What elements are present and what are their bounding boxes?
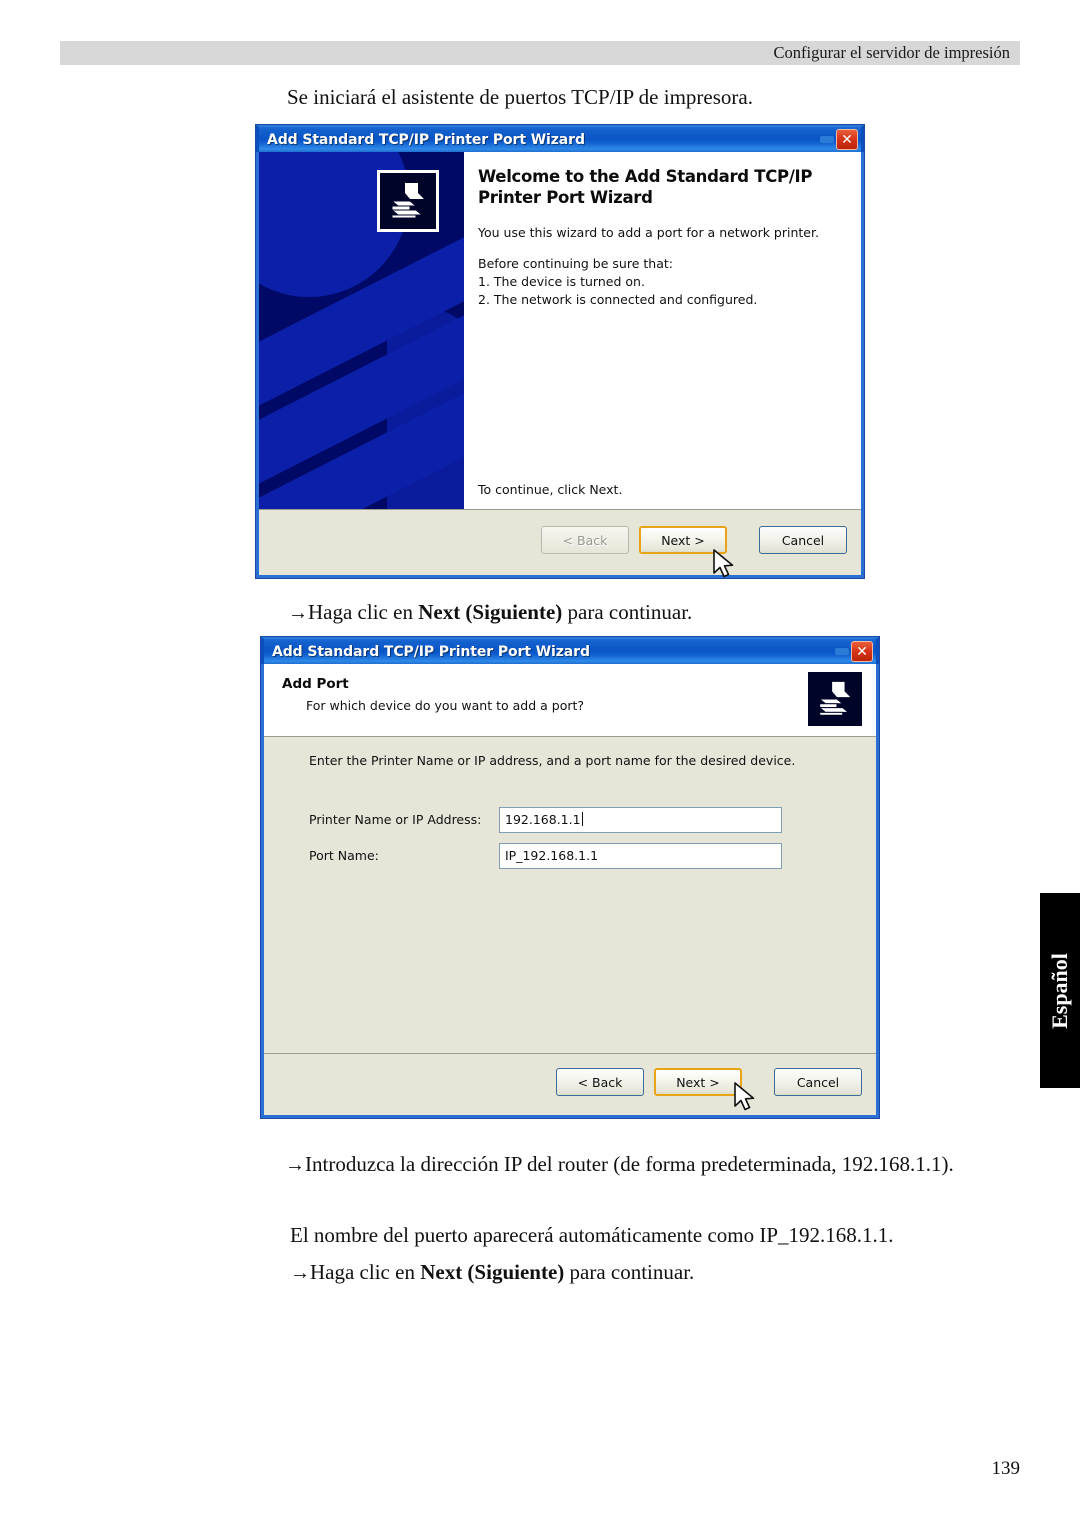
side-tab-label: Español <box>1047 952 1072 1029</box>
body-paragraph-3-prefix: Haga clic en <box>310 1260 421 1284</box>
dialog1-footer: < Back Next > Cancel <box>259 509 861 575</box>
intro-paragraph: Se iniciará el asistente de puertos TCP/… <box>287 85 753 109</box>
dialog1-minimize-icon[interactable] <box>820 136 834 143</box>
next-button[interactable]: Next > <box>639 526 727 554</box>
step-1-prefix: Haga clic en <box>308 600 419 624</box>
page-header-title: Configurar el servidor de impresión <box>773 43 1010 62</box>
dialog2-titlebar[interactable]: Add Standard TCP/IP Printer Port Wizard … <box>261 637 879 664</box>
dialog1-button-row: < Back Next > Cancel <box>541 526 847 554</box>
step-1-bold: Next (Siguiente) <box>418 600 563 624</box>
printer-icon <box>377 170 439 232</box>
step-instruction-1: →Haga clic en Next (Siguiente) para cont… <box>288 598 692 628</box>
body-paragraph-3-bold: Next (Siguiente) <box>420 1260 565 1284</box>
close-icon[interactable]: ✕ <box>836 129 858 150</box>
body-paragraph-2: El nombre del puerto aparecerá automátic… <box>290 1223 894 1247</box>
dialog-add-port: Add Standard TCP/IP Printer Port Wizard … <box>260 636 880 1119</box>
dialog1-content: Welcome to the Add Standard TCP/IP Print… <box>464 152 861 535</box>
body-paragraph-3: →Haga clic en Next (Siguiente) para cont… <box>290 1258 694 1288</box>
language-side-tab: Español <box>1040 893 1080 1088</box>
dialog2-body: Add Port For which device do you want to… <box>261 664 879 1118</box>
dialog1-titlebar[interactable]: Add Standard TCP/IP Printer Port Wizard … <box>256 125 864 152</box>
back-button: < Back <box>541 526 629 554</box>
cancel-button[interactable]: Cancel <box>774 1068 862 1096</box>
list-item: 1. The device is turned on. <box>478 274 645 290</box>
dialog1-title: Add Standard TCP/IP Printer Port Wizard <box>267 131 585 148</box>
printer-name-label: Printer Name or IP Address: <box>309 812 482 827</box>
arrow-glyph: → <box>288 602 308 624</box>
list-item: 2. The network is connected and configur… <box>478 292 758 308</box>
body-paragraph-1-text: Introduzca la dirección IP del router (d… <box>305 1152 954 1176</box>
cancel-button[interactable]: Cancel <box>759 526 847 554</box>
arrow-glyph: → <box>290 1262 310 1284</box>
printer-icon <box>806 670 864 728</box>
arrow-glyph: → <box>285 1154 305 1176</box>
back-button[interactable]: < Back <box>556 1068 644 1096</box>
close-icon[interactable]: ✕ <box>851 641 873 662</box>
body-paragraph-3-suffix: para continuar. <box>564 1260 695 1284</box>
printer-name-input[interactable]: 192.168.1.1 <box>499 807 782 833</box>
dialog-welcome-wizard: Add Standard TCP/IP Printer Port Wizard … <box>255 124 865 579</box>
dialog2-header: Add Port For which device do you want to… <box>264 664 876 737</box>
dialog1-prereq-list: Before continuing be sure that: 1. The d… <box>478 255 845 309</box>
dialog2-intro-text: Enter the Printer Name or IP address, an… <box>309 753 796 768</box>
wizard-banner-graphic <box>259 152 464 535</box>
dialog1-paragraph: You use this wizard to add a port for a … <box>478 225 819 241</box>
dialog2-footer: < Back Next > Cancel <box>264 1053 876 1115</box>
next-button[interactable]: Next > <box>654 1068 742 1096</box>
dialog1-welcome-panel: Welcome to the Add Standard TCP/IP Print… <box>259 152 861 575</box>
dialog2-head-subtitle: For which device do you want to add a po… <box>306 698 585 713</box>
page-number: 139 <box>991 1458 1021 1479</box>
printer-name-value: 192.168.1.1 <box>505 812 581 827</box>
text-caret <box>581 812 583 826</box>
dialog2-head-title: Add Port <box>282 676 349 692</box>
dialog2-title: Add Standard TCP/IP Printer Port Wizard <box>272 643 590 660</box>
step-1-suffix: para continuar. <box>562 600 693 624</box>
page-header-band: Configurar el servidor de impresión <box>60 41 1020 65</box>
dialog1-continue-text: To continue, click Next. <box>478 482 623 497</box>
dialog2-minimize-icon[interactable] <box>835 648 849 655</box>
body-paragraph-1: →Introduzca la dirección IP del router (… <box>165 1150 985 1180</box>
port-name-input[interactable]: IP_192.168.1.1 <box>499 843 782 869</box>
dialog2-main: Enter the Printer Name or IP address, an… <box>264 737 876 1053</box>
dialog1-before-label: Before continuing be sure that: <box>478 255 673 271</box>
dialog2-button-row: < Back Next > Cancel <box>556 1068 862 1096</box>
dialog1-heading: Welcome to the Add Standard TCP/IP Print… <box>478 167 813 208</box>
dialog1-body: Welcome to the Add Standard TCP/IP Print… <box>256 152 864 578</box>
port-name-label: Port Name: <box>309 848 379 863</box>
